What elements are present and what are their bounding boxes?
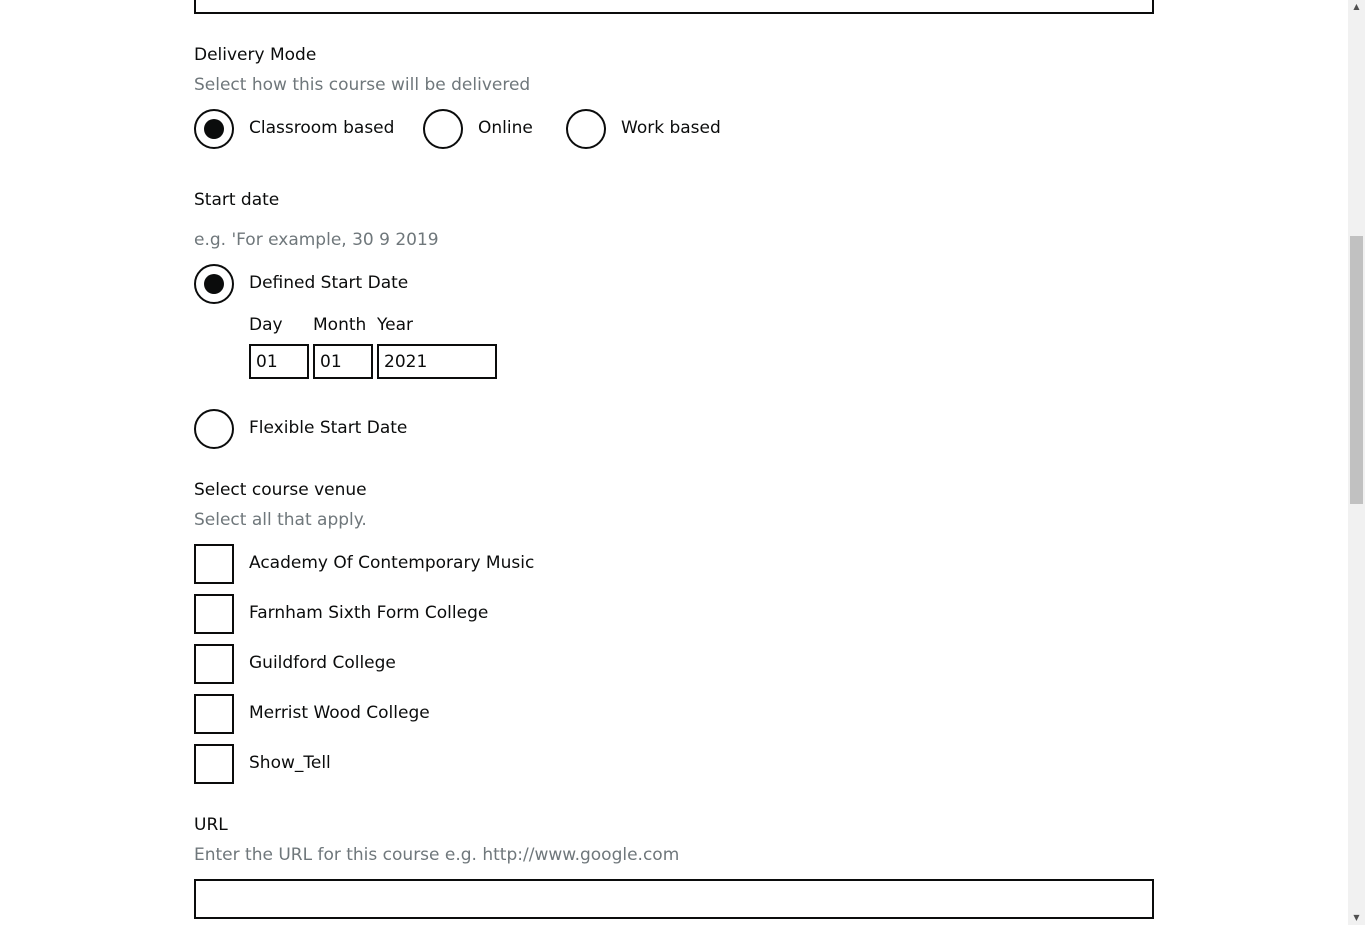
url-input[interactable] — [194, 879, 1154, 919]
radio-defined-start-date-label[interactable]: Defined Start Date — [249, 273, 408, 293]
radio-online[interactable] — [423, 109, 463, 149]
previous-field-input[interactable] — [194, 0, 1154, 14]
scrollbar-thumb[interactable] — [1350, 236, 1363, 504]
radio-work-based[interactable] — [566, 109, 606, 149]
delivery-mode-hint: Select how this course will be delivered — [194, 75, 531, 95]
url-label: URL — [194, 815, 228, 835]
course-venue-hint: Select all that apply. — [194, 510, 367, 530]
radio-flexible-start-date-label[interactable]: Flexible Start Date — [249, 418, 407, 438]
radio-classroom-based-label[interactable]: Classroom based — [249, 118, 394, 138]
checkbox-show-tell-label[interactable]: Show_Tell — [249, 753, 331, 773]
checkbox-guildford-college[interactable] — [194, 644, 234, 684]
radio-classroom-based[interactable] — [194, 109, 234, 149]
year-label: Year — [377, 315, 413, 335]
start-date-label: Start date — [194, 190, 280, 210]
month-label: Month — [313, 315, 367, 335]
course-form-page: Delivery Mode Select how this course wil… — [0, 0, 1365, 925]
scroll-up-arrow-icon[interactable]: ▲ — [1350, 0, 1363, 14]
day-input[interactable] — [249, 344, 309, 379]
checkbox-academy-of-contemporary-music-label[interactable]: Academy Of Contemporary Music — [249, 553, 534, 573]
radio-online-label[interactable]: Online — [478, 118, 533, 138]
year-input[interactable] — [377, 344, 497, 379]
scroll-down-arrow-icon[interactable]: ▼ — [1350, 911, 1363, 925]
checkbox-merrist-wood-college-label[interactable]: Merrist Wood College — [249, 703, 430, 723]
checkbox-academy-of-contemporary-music[interactable] — [194, 544, 234, 584]
checkbox-merrist-wood-college[interactable] — [194, 694, 234, 734]
day-label: Day — [249, 315, 283, 335]
checkbox-farnham-sixth-form-college-label[interactable]: Farnham Sixth Form College — [249, 603, 488, 623]
checkbox-guildford-college-label[interactable]: Guildford College — [249, 653, 396, 673]
checkbox-show-tell[interactable] — [194, 744, 234, 784]
radio-flexible-start-date[interactable] — [194, 409, 234, 449]
start-date-hint: e.g. 'For example, 30 9 2019 — [194, 230, 439, 250]
checkbox-farnham-sixth-form-college[interactable] — [194, 594, 234, 634]
month-input[interactable] — [313, 344, 373, 379]
radio-work-based-label[interactable]: Work based — [621, 118, 721, 138]
radio-defined-start-date[interactable] — [194, 264, 234, 304]
course-venue-label: Select course venue — [194, 480, 367, 500]
delivery-mode-label: Delivery Mode — [194, 45, 317, 65]
url-hint: Enter the URL for this course e.g. http:… — [194, 845, 680, 865]
